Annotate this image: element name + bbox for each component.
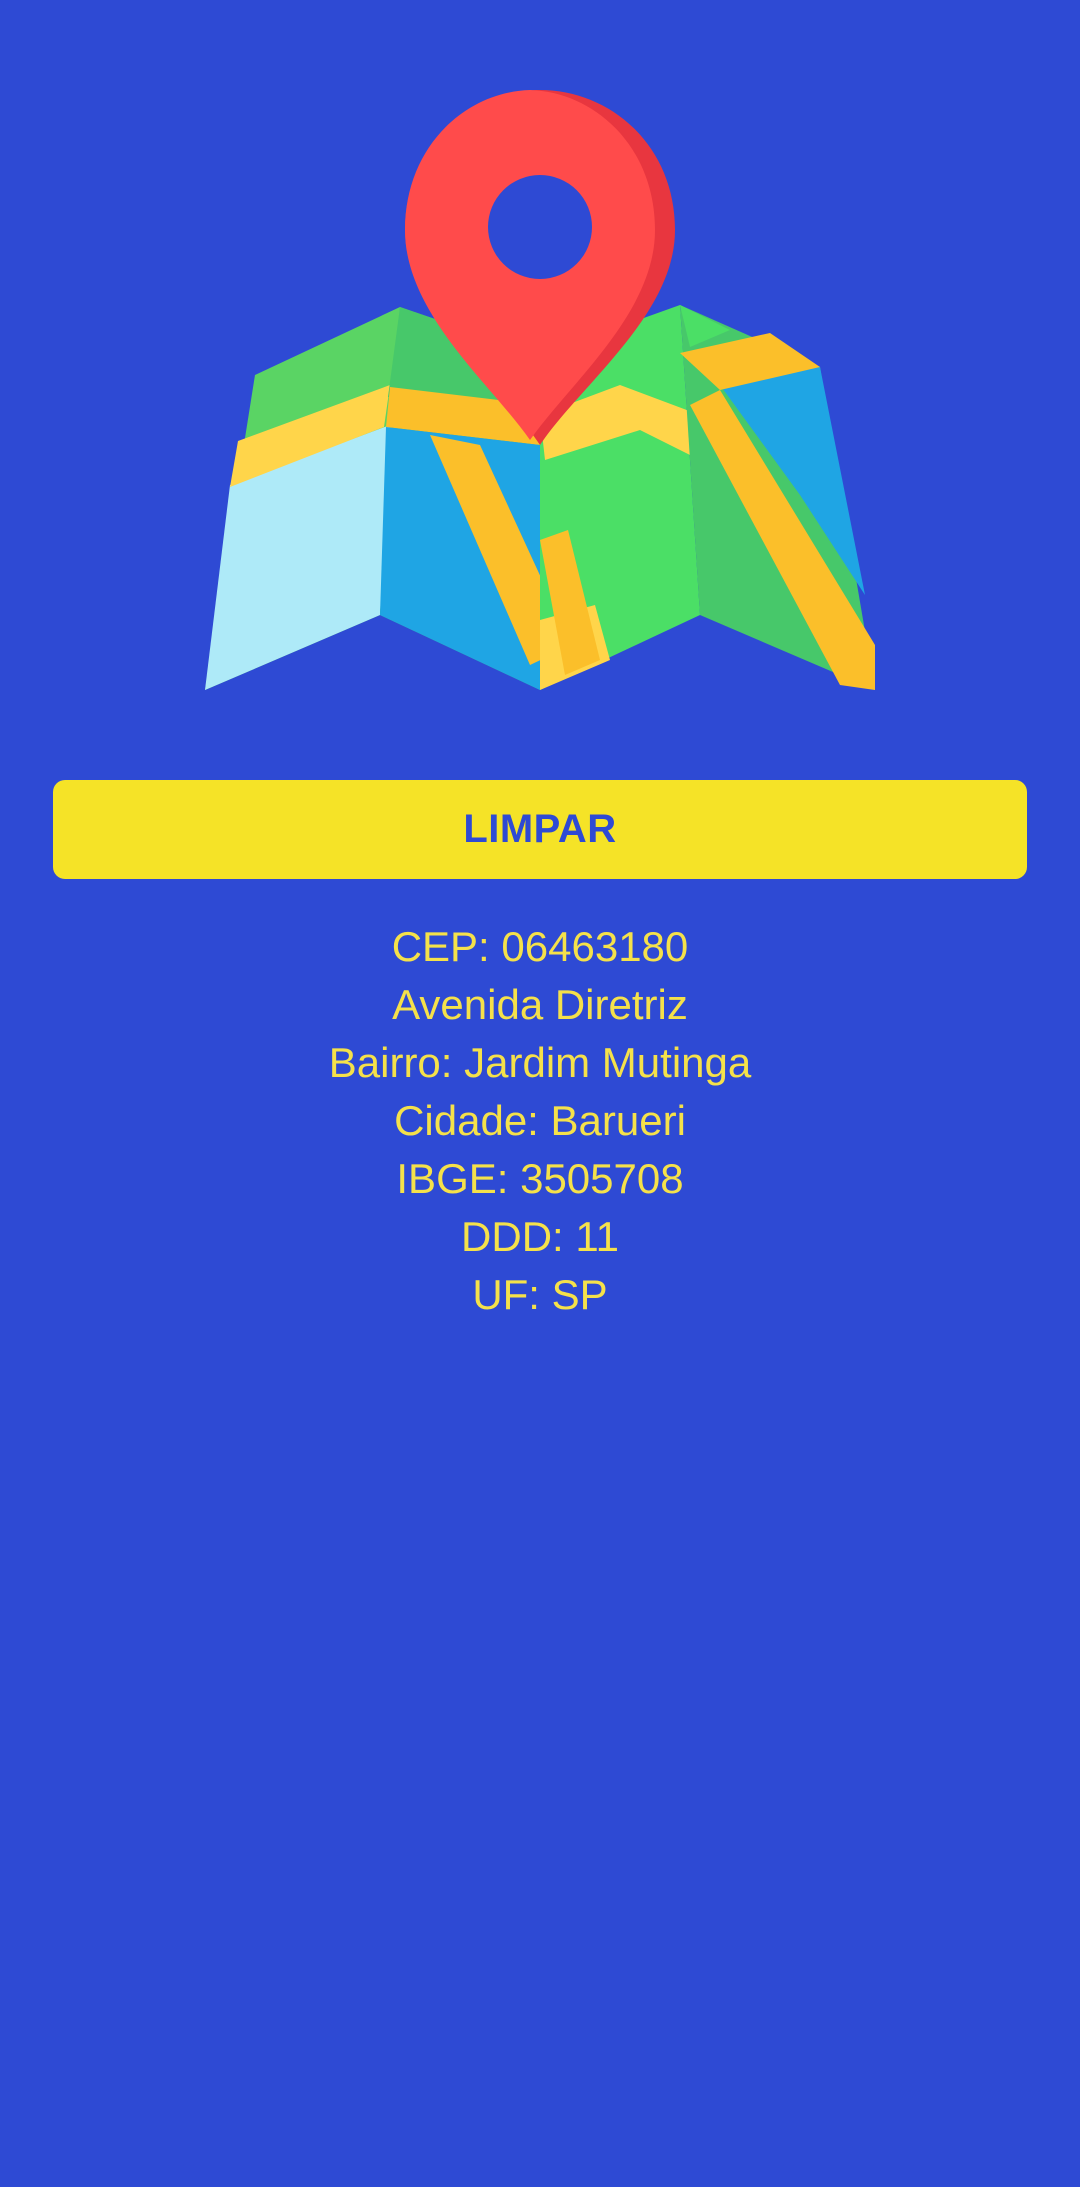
ibge-text: IBGE: 3505708 [396,1155,684,1202]
address-result: CEP: 06463180 Avenida Diretriz Bairro: J… [0,918,1080,1324]
cep-text: CEP: 06463180 [391,923,689,970]
map-location-icon [200,85,880,695]
clear-button[interactable]: LIMPAR [53,780,1027,879]
neighborhood-text: Bairro: Jardim Mutinga [328,1039,752,1086]
ddd-text: DDD: 11 [461,1213,619,1260]
uf-text: UF: SP [472,1271,608,1318]
city-text: Cidade: Barueri [394,1097,686,1144]
street-text: Avenida Diretriz [392,981,688,1028]
